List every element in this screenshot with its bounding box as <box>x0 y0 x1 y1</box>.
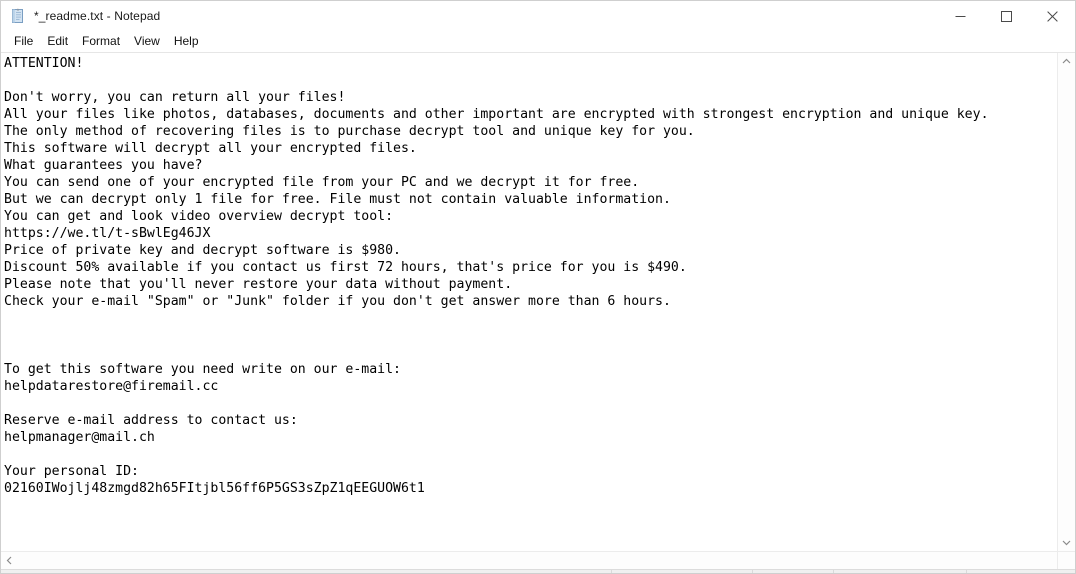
menu-bar: File Edit Format View Help <box>1 31 1075 52</box>
text-line: You can send one of your encrypted file … <box>4 174 1057 191</box>
text-line: Don't worry, you can return all your fil… <box>4 89 1057 106</box>
notepad-document-icon <box>10 8 26 24</box>
text-line: All your files like photos, databases, d… <box>4 106 1057 123</box>
title-bar[interactable]: *_readme.txt - Notepad <box>1 1 1075 31</box>
status-encoding[interactable]: UTF-8 <box>966 570 1075 574</box>
vertical-scrollbar[interactable] <box>1057 53 1075 551</box>
text-line <box>4 395 1057 412</box>
text-line <box>4 327 1057 344</box>
minimize-button[interactable] <box>937 1 983 31</box>
scroll-up-button[interactable] <box>1058 53 1075 70</box>
text-line <box>4 344 1057 361</box>
menu-item-help[interactable]: Help <box>167 32 206 51</box>
window-controls <box>937 1 1075 31</box>
minimize-icon <box>955 11 966 22</box>
text-line: You can get and look video overview decr… <box>4 208 1057 225</box>
scroll-left-button[interactable] <box>1 552 18 569</box>
text-line: Check your e-mail "Spam" or "Junk" folde… <box>4 293 1057 310</box>
chevron-up-icon <box>1062 58 1071 65</box>
text-line: But we can decrypt only 1 file for free.… <box>4 191 1057 208</box>
text-line: Discount 50% available if you contact us… <box>4 259 1057 276</box>
status-zoom[interactable]: 100% <box>752 570 833 574</box>
notepad-window: *_readme.txt - Notepad File Edi <box>0 0 1076 574</box>
chevron-left-icon <box>6 556 13 565</box>
menu-item-view[interactable]: View <box>127 32 167 51</box>
menu-item-format[interactable]: Format <box>75 32 127 51</box>
menu-item-file[interactable]: File <box>7 32 40 51</box>
text-editor[interactable]: ATTENTION! Don't worry, you can return a… <box>1 53 1057 551</box>
editor-area: ATTENTION! Don't worry, you can return a… <box>1 52 1075 551</box>
text-line: ATTENTION! <box>4 55 1057 72</box>
status-bar: Ln 25, Col 54 100% Windows (CRLF) UTF-8 <box>1 569 1075 574</box>
chevron-down-icon <box>1062 539 1071 546</box>
text-line: Price of private key and decrypt softwar… <box>4 242 1057 259</box>
text-line: https://we.tl/t-sBwlEg46JX <box>4 225 1057 242</box>
maximize-button[interactable] <box>983 1 1029 31</box>
text-line: helpmanager@mail.ch <box>4 429 1057 446</box>
horizontal-scrollbar[interactable] <box>1 552 1057 569</box>
horizontal-scrollbar-row <box>1 551 1075 569</box>
window-title: *_readme.txt - Notepad <box>34 9 160 23</box>
text-line: This software will decrypt all your encr… <box>4 140 1057 157</box>
text-line: Your personal ID: <box>4 463 1057 480</box>
menu-item-edit[interactable]: Edit <box>40 32 75 51</box>
text-line: The only method of recovering files is t… <box>4 123 1057 140</box>
text-line: Please note that you'll never restore yo… <box>4 276 1057 293</box>
text-line: What guarantees you have? <box>4 157 1057 174</box>
text-line: helpdatarestore@firemail.cc <box>4 378 1057 395</box>
text-line <box>4 72 1057 89</box>
text-line: Reserve e-mail address to contact us: <box>4 412 1057 429</box>
text-line: To get this software you need write on o… <box>4 361 1057 378</box>
close-button[interactable] <box>1029 1 1075 31</box>
text-line: 02160IWojlj48zmgd82h65FItjbl56ff6P5GS3sZ… <box>4 480 1057 497</box>
scrollbar-corner <box>1057 552 1075 569</box>
scroll-down-button[interactable] <box>1058 534 1075 551</box>
close-icon <box>1047 11 1058 22</box>
status-line-ending[interactable]: Windows (CRLF) <box>833 570 966 574</box>
maximize-icon <box>1001 11 1012 22</box>
status-cursor-position: Ln 25, Col 54 <box>611 570 752 574</box>
text-line <box>4 310 1057 327</box>
text-line <box>4 446 1057 463</box>
